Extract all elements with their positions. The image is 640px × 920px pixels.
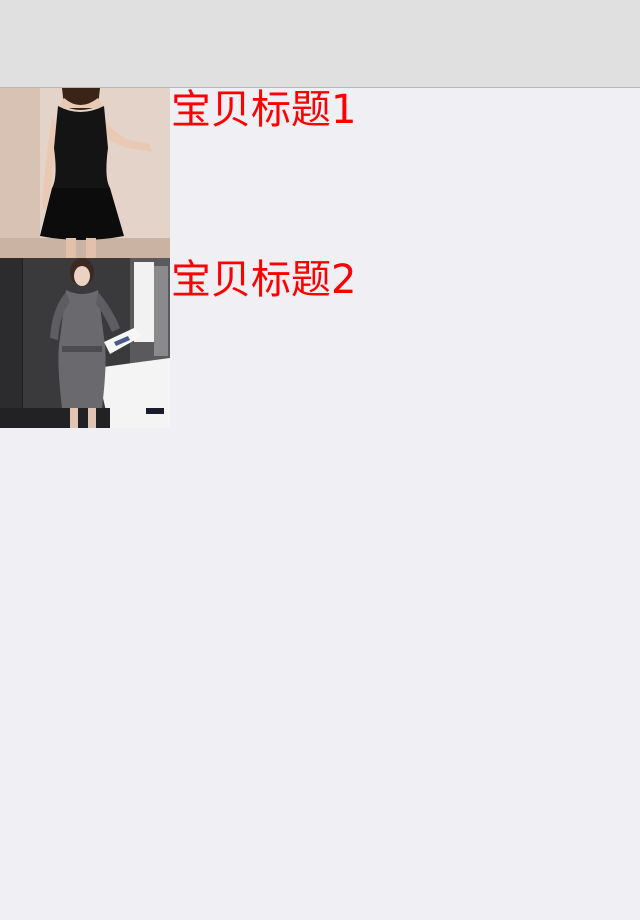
product-title[interactable]: 宝贝标题2 (171, 258, 356, 302)
product-image[interactable] (0, 88, 170, 258)
product-image[interactable] (0, 258, 170, 428)
product-list: 宝贝标题1 宝贝标题2 (0, 88, 640, 428)
list-item[interactable]: 宝贝标题2 (0, 258, 640, 428)
product-title[interactable]: 宝贝标题1 (171, 88, 356, 132)
navigation-bar (0, 0, 640, 88)
list-item[interactable]: 宝贝标题1 (0, 88, 640, 258)
